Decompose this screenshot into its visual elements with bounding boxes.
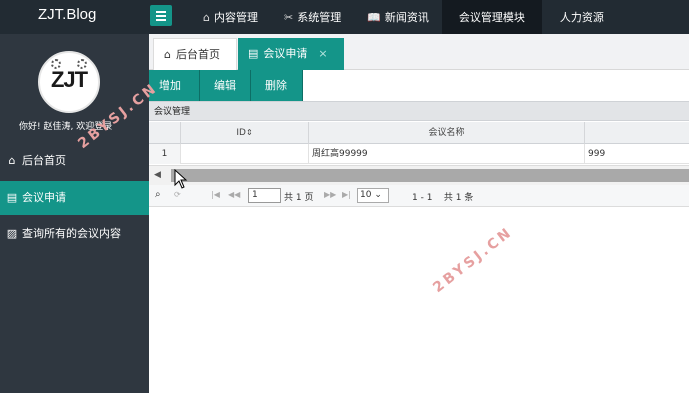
avatar: ZJT (38, 51, 100, 113)
tools-icon: ✂ (283, 10, 294, 24)
refresh-icon[interactable]: ⟳ (174, 190, 181, 199)
top-bar: ZJT.Blog ⌂ 内容管理 ✂ 系统管理 📖 新闻资讯 会议管理模块 人力资… (0, 0, 689, 34)
cell-extra: 999 (588, 149, 606, 159)
next-page-icon[interactable]: ▶▶ (324, 190, 336, 199)
tab-bar: ⌂ 后台首页 ▤ 会议申请 × (149, 34, 689, 70)
nav-item-label: 系统管理 (297, 10, 342, 24)
nav-item-label: 内容管理 (213, 10, 258, 24)
top-nav: ⌂ 内容管理 ✂ 系统管理 📖 新闻资讯 会议管理模块 人力资源 (190, 0, 622, 34)
nav-item-label: 新闻资讯 (384, 10, 429, 24)
avatar-logo-text: ZJT (50, 67, 88, 92)
chevron-down-icon: ⌄ (374, 190, 382, 200)
column-header-name[interactable]: 会议名称 (309, 122, 585, 144)
home-icon: ⌂ (8, 154, 16, 167)
nav-item-label: 人力资源 (559, 10, 604, 24)
last-page-icon[interactable]: ▶| (342, 190, 351, 199)
mouse-cursor-icon (174, 169, 188, 189)
tab-label: 后台首页 (175, 47, 220, 61)
pagination-bar: ⌕ ⟳ |◀ ◀◀ 1 共 1 页 ▶▶ ▶| 10 ⌄ 1 - 1 共 1 条 (149, 185, 689, 207)
column-header-extra[interactable] (585, 122, 689, 144)
tab-meeting-apply[interactable]: ▤ 会议申请 × (238, 38, 344, 70)
sidebar-item-query-meetings[interactable]: ▨ 查询所有的会议内容 (0, 217, 149, 251)
page-size-select[interactable]: 10 ⌄ (357, 188, 389, 203)
doc-icon: ▤ (248, 47, 259, 60)
grid-header: ID⇕ 会议名称 (149, 122, 689, 144)
edit-button[interactable]: 编辑 (200, 70, 251, 101)
page-number-input[interactable]: 1 (248, 188, 281, 203)
scrollbar-thumb[interactable] (171, 169, 689, 182)
first-page-icon[interactable]: |◀ (211, 190, 220, 199)
search-doc-icon: ▨ (6, 227, 18, 240)
page-summary: 1 - 1 共 1 条 (412, 193, 474, 203)
search-icon[interactable]: ⌕ (155, 189, 161, 200)
home-icon: ⌂ (164, 47, 171, 61)
cell-id (181, 144, 309, 164)
nav-item-content[interactable]: ⌂ 内容管理 (190, 0, 271, 34)
sidebar-item-home[interactable]: ⌂ 后台首页 (0, 144, 149, 178)
row-number: 1 (149, 144, 181, 164)
sidebar-item-label: 会议申请 (22, 191, 66, 204)
sidebar: ZJT 你好! 赵佳涛, 欢迎登录 ⌂ 后台首页 ▤ 会议申请 ▨ 查询所有的会… (0, 34, 149, 393)
home-icon: ⌂ (203, 10, 210, 24)
panel-title: 会议管理 (149, 101, 689, 121)
add-button[interactable]: 增加 (149, 70, 200, 101)
prev-page-icon[interactable]: ◀◀ (228, 190, 240, 199)
toolbar: 增加 编辑 删除 (149, 70, 303, 101)
column-header-label: 会议名称 (428, 128, 465, 138)
scroll-left-icon[interactable]: ◀ (154, 170, 161, 180)
horizontal-scrollbar[interactable]: ◀ (149, 165, 689, 185)
delete-button[interactable]: 删除 (251, 70, 303, 101)
nav-item-system[interactable]: ✂ 系统管理 (271, 0, 354, 34)
nav-item-news[interactable]: 📖 新闻资讯 (354, 0, 442, 34)
sidebar-item-meeting-apply[interactable]: ▤ 会议申请 (0, 181, 149, 215)
main-content: ⌂ 后台首页 ▤ 会议申请 × 增加 编辑 删除 会议管理 ID⇕ 会议名称 1… (149, 34, 689, 393)
cell-name: 周红高99999 (309, 144, 585, 164)
tab-label: 会议申请 (263, 47, 308, 60)
nav-item-meeting[interactable]: 会议管理模块 (441, 0, 542, 34)
table-row[interactable]: 1 周红高99999 999 (149, 144, 689, 164)
sort-icon: ⇕ (245, 128, 253, 137)
close-icon[interactable]: × (318, 39, 327, 69)
page-size-value: 10 (360, 190, 372, 200)
column-header-id[interactable]: ID⇕ (181, 122, 309, 144)
nav-item-label: 会议管理模块 (458, 10, 525, 24)
row-number-header (149, 122, 181, 144)
sidebar-item-label: 查询所有的会议内容 (22, 227, 121, 240)
book-icon: 📖 (367, 10, 381, 24)
welcome-text: 你好! 赵佳涛, 欢迎登录 (19, 122, 113, 132)
sidebar-item-label: 后台首页 (22, 154, 66, 167)
tab-home[interactable]: ⌂ 后台首页 (153, 38, 237, 70)
menu-toggle-button[interactable] (150, 5, 172, 26)
nav-item-hr[interactable]: 人力资源 (542, 0, 622, 34)
column-header-label: ID (236, 128, 246, 138)
doc-icon: ▤ (6, 191, 18, 204)
brand-logo: ZJT.Blog (38, 6, 97, 23)
total-pages-text: 共 1 页 (284, 193, 314, 203)
